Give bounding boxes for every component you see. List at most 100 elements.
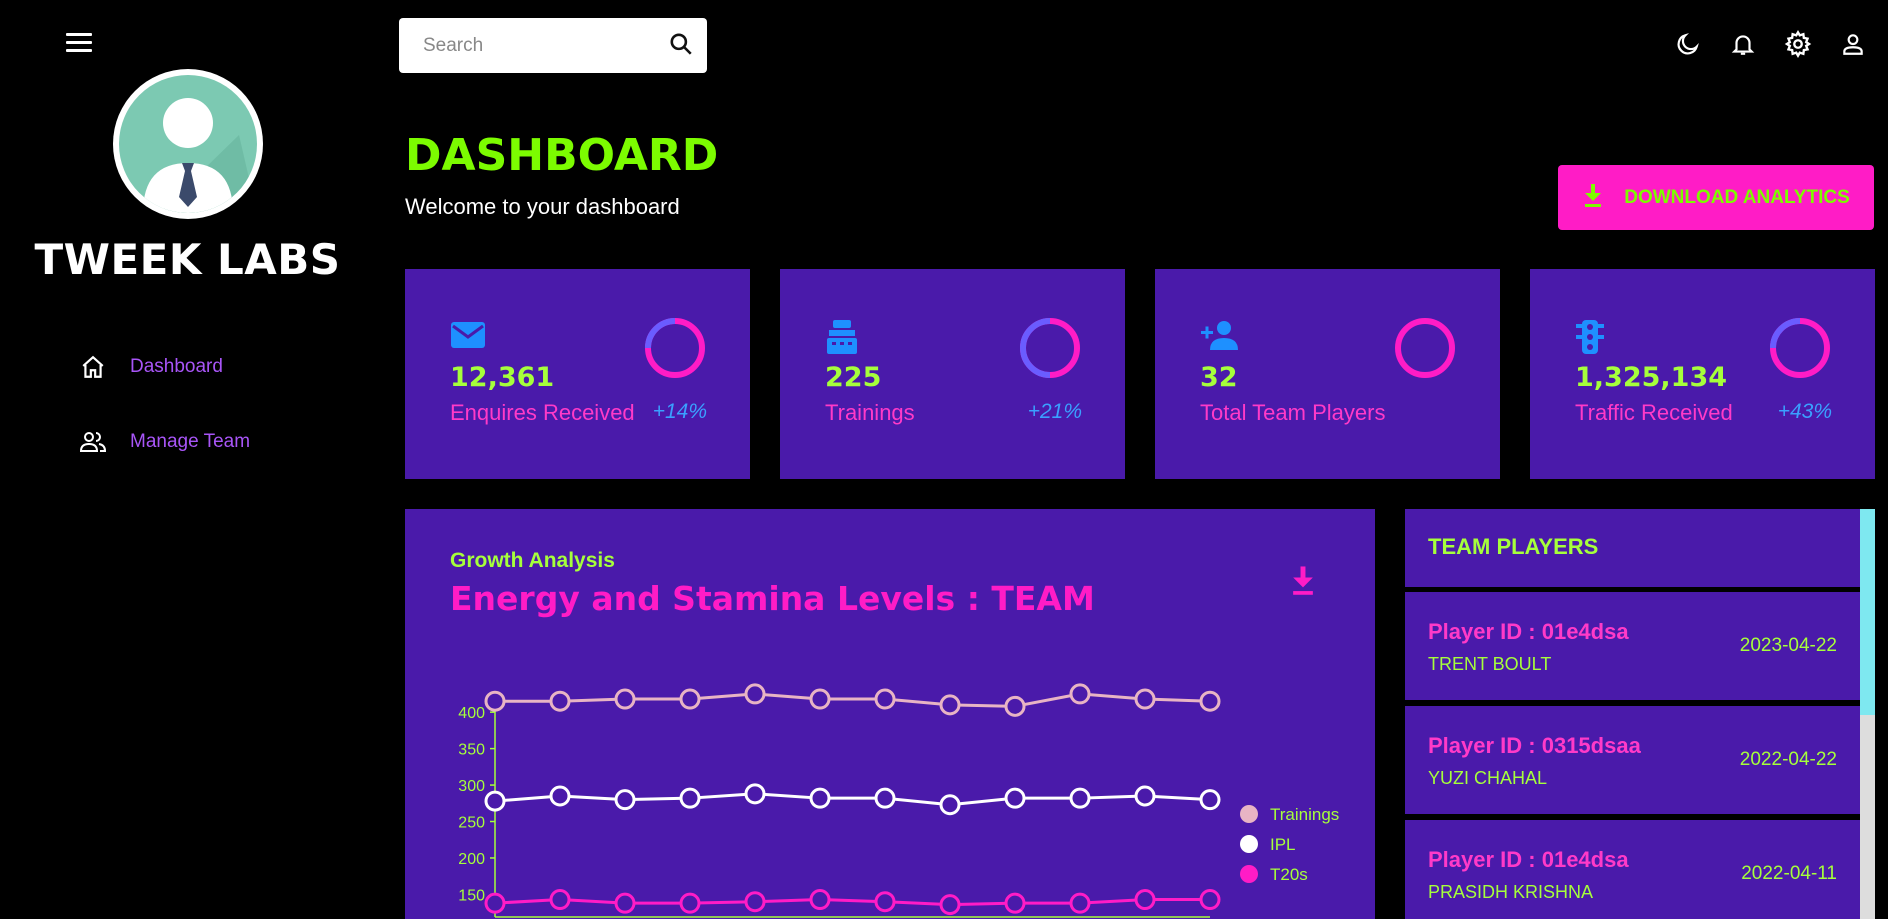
data-point (549, 785, 571, 807)
data-point (679, 892, 701, 914)
series-line-t20s (494, 898, 1210, 907)
data-point (1134, 785, 1156, 807)
data-point (809, 889, 831, 911)
data-point (1134, 889, 1156, 911)
progress-ring (1395, 318, 1455, 378)
list-item[interactable]: Player ID : 0315dsaa YUZI CHAHAL 2022-04… (1405, 706, 1860, 814)
player-id: Player ID : 0315dsaa (1428, 733, 1641, 758)
bell-icon[interactable] (1727, 28, 1758, 59)
search-input[interactable] (423, 34, 668, 57)
team-players-panel: TEAM PLAYERS Player ID : 01e4dsa TRENT B… (1405, 509, 1875, 919)
traffic-icon (1575, 319, 1611, 355)
progress-ring (1770, 318, 1830, 378)
legend-label: T20s (1270, 865, 1308, 884)
data-point (1004, 695, 1026, 717)
data-point (874, 891, 896, 913)
data-point (809, 787, 831, 809)
data-point (744, 783, 766, 805)
data-point (1199, 889, 1221, 911)
list-item[interactable]: Player ID : 01e4dsa PRASIDH KRISHNA 2022… (1405, 820, 1860, 919)
training-icon (825, 319, 861, 355)
search-box (399, 18, 707, 73)
data-point (744, 683, 766, 705)
sidebar-item-dashboard[interactable]: Dashboard (78, 352, 223, 382)
stat-value: 12,361 (450, 362, 555, 393)
avatar (113, 69, 263, 219)
data-point (1134, 688, 1156, 710)
data-point (1069, 683, 1091, 705)
y-tick-label: 200 (458, 851, 485, 868)
data-point (679, 688, 701, 710)
data-point (939, 694, 961, 716)
stat-change: +21% (1027, 400, 1082, 423)
stat-card-traffic: 1,325,134 Traffic Received +43% (1530, 269, 1875, 479)
progress-ring (1020, 318, 1080, 378)
stat-change: +14% (652, 400, 707, 423)
y-tick-label: 250 (458, 815, 485, 832)
data-point (1069, 892, 1091, 914)
stat-change: +43% (1777, 400, 1832, 423)
y-tick-label: 350 (458, 742, 485, 759)
data-point (549, 889, 571, 911)
download-analytics-label: DOWNLOAD ANALYTICS (1624, 186, 1850, 208)
home-icon (78, 352, 108, 382)
data-point (939, 794, 961, 816)
search-icon[interactable] (668, 31, 694, 61)
player-id: Player ID : 01e4dsa (1428, 619, 1629, 644)
stat-value: 225 (825, 362, 882, 393)
stat-card-enquires: 12,361 Enquires Received +14% (405, 269, 750, 479)
data-point (939, 894, 961, 916)
player-date: 2023-04-22 (1739, 635, 1837, 656)
player-date: 2022-04-22 (1739, 749, 1837, 770)
sidebar-item-label: Manage Team (130, 431, 251, 452)
stat-label: Enquires Received (450, 400, 635, 425)
data-point (679, 787, 701, 809)
email-icon (450, 319, 486, 355)
legend-label: Trainings (1270, 805, 1339, 824)
data-point (744, 891, 766, 913)
data-point (874, 688, 896, 710)
series-line-trainings (495, 692, 1211, 708)
scrollbar-thumb[interactable] (1860, 509, 1875, 715)
stat-label: Total Team Players (1200, 400, 1386, 425)
download-analytics-button[interactable]: DOWNLOAD ANALYTICS (1558, 165, 1874, 230)
data-point (809, 688, 831, 710)
stat-card-trainings: 225 Trainings +21% (780, 269, 1125, 479)
team-players-title: TEAM PLAYERS (1428, 534, 1599, 559)
legend-label: IPL (1270, 835, 1296, 854)
menu-icon[interactable] (66, 33, 92, 55)
brand-name: TWEEK LABS (34, 235, 341, 284)
y-tick-label: 400 (458, 705, 485, 722)
page-title: DASHBOARD (405, 130, 719, 181)
stat-value: 32 (1200, 362, 1238, 393)
download-icon (1582, 182, 1604, 214)
legend-marker (1240, 865, 1258, 883)
player-date: 2022-04-11 (1741, 863, 1837, 884)
legend-marker (1240, 805, 1258, 823)
player-name: PRASIDH KRISHNA (1428, 882, 1594, 902)
data-point (1199, 690, 1221, 712)
people-icon (78, 427, 108, 457)
stat-label: Traffic Received (1575, 400, 1733, 425)
page-subtitle: Welcome to your dashboard (405, 194, 680, 219)
person-add-icon (1200, 319, 1238, 355)
team-players-header: TEAM PLAYERS (1405, 509, 1860, 587)
y-tick-label: 300 (458, 778, 485, 795)
sidebar-item-manage-team[interactable]: Manage Team (78, 427, 250, 457)
stat-label: Trainings (825, 400, 915, 425)
user-icon[interactable] (1837, 28, 1868, 59)
line-chart: 150200250300350400JANFEBMARAPRMAYJUNEJUL… (458, 683, 1339, 918)
data-point (1069, 787, 1091, 809)
dark-mode-icon[interactable] (1672, 28, 1703, 59)
list-item[interactable]: Player ID : 01e4dsa TRENT BOULT 2023-04-… (1405, 592, 1860, 700)
stat-value: 1,325,134 (1575, 362, 1728, 393)
player-id: Player ID : 01e4dsa (1428, 847, 1629, 872)
sidebar: TWEEK LABS Dashboard Manage Team (0, 0, 375, 919)
chart-card: Growth Analysis Energy and Stamina Level… (405, 509, 1375, 919)
gear-icon[interactable] (1782, 28, 1813, 59)
top-toolbar (1672, 28, 1868, 59)
data-point (484, 790, 506, 812)
data-point (549, 690, 571, 712)
progress-ring (645, 318, 705, 378)
data-point (614, 892, 636, 914)
